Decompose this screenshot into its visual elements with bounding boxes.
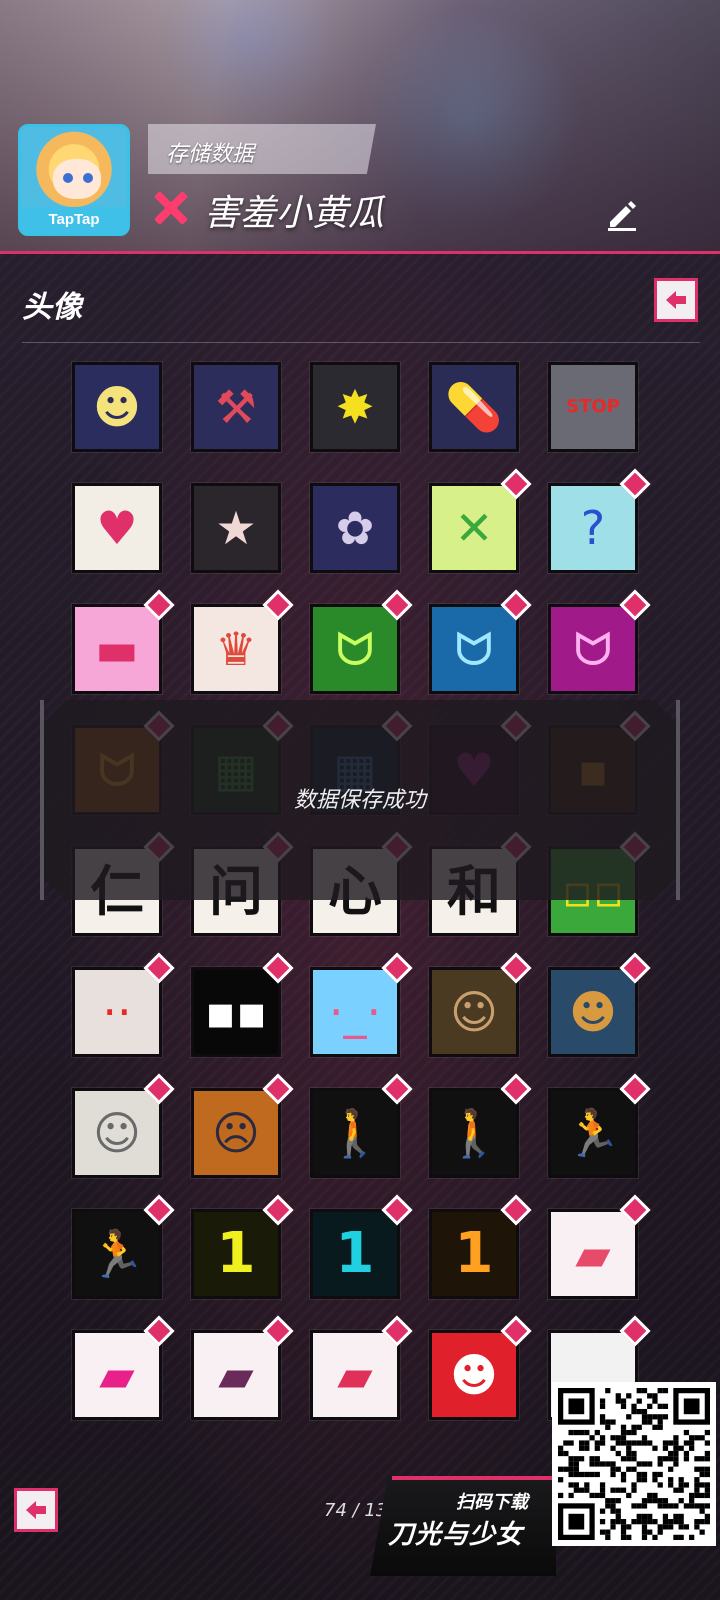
avatar-option[interactable]: ··: [72, 967, 162, 1057]
avatar-option[interactable]: ▬: [72, 604, 162, 694]
avatar-option[interactable]: 1: [191, 1209, 281, 1299]
cat-pink-icon: ▬: [95, 622, 139, 676]
avatar-option[interactable]: ♥: [72, 483, 162, 573]
qr-code-icon: [558, 1388, 710, 1540]
hammer-icon: ⚒: [215, 380, 257, 434]
star-icon: ★: [215, 501, 257, 555]
promo-accent-line: [392, 1476, 552, 1480]
toast-message: 数据保存成功: [293, 788, 426, 813]
avatar-option[interactable]: ▰: [191, 1330, 281, 1420]
grin-green-icon: ᗢ: [335, 622, 375, 676]
avatar-option[interactable]: 🏃: [72, 1209, 162, 1299]
the-scream-icon: ☹: [212, 1106, 260, 1160]
lipstick-pink-icon: ▰: [99, 1348, 135, 1402]
avatar-option[interactable]: ☺: [429, 967, 519, 1057]
number-one-cyan-icon: 1: [335, 1221, 375, 1286]
avatar-option[interactable]: ?: [548, 483, 638, 573]
lipstick-plum-icon: ▰: [218, 1348, 254, 1402]
avatar-option[interactable]: ★: [191, 483, 281, 573]
number-one-yellow-icon: 1: [216, 1221, 256, 1286]
cat-white-icon: ♛: [215, 622, 257, 676]
beige-block-face-icon: ··: [102, 985, 132, 1039]
taptap-badge: TapTap: [21, 207, 127, 233]
avatar-option[interactable]: ▪▪: [191, 967, 281, 1057]
flower-crest-icon: ✿: [335, 501, 375, 555]
run-signal-blue-icon: 🏃: [88, 1227, 146, 1281]
black-block-face-icon: ▪▪: [204, 985, 268, 1039]
walk-signal-green-icon: 🚶: [326, 1106, 384, 1160]
avatar-option[interactable]: ▰: [548, 1209, 638, 1299]
avatar-option[interactable]: ✿: [310, 483, 400, 573]
avatar-option[interactable]: ✕: [429, 483, 519, 573]
edit-pencil-icon[interactable]: [604, 196, 640, 232]
sync-failed-x-icon: [152, 190, 188, 226]
avatar-option[interactable]: ·_·: [310, 967, 400, 1057]
avatar-eye-right: [83, 173, 93, 183]
avatar-option[interactable]: 1: [429, 1209, 519, 1299]
van-gogh-icon: ☻: [569, 985, 617, 1039]
page-indicator: 74 / 13: [324, 1500, 388, 1521]
avatar-option[interactable]: 1: [310, 1209, 400, 1299]
walk-signal-red-icon: 🚶: [445, 1106, 503, 1160]
visor-face-icon: ☻: [93, 380, 141, 434]
promo-game-title: 刀光与少女: [388, 1520, 524, 1550]
avatar-option[interactable]: STOP: [548, 362, 638, 452]
save-data-tag: 存储数据: [148, 124, 376, 174]
cat-yellow-icon: ✕: [454, 501, 494, 555]
avatar-option[interactable]: 🏃: [548, 1088, 638, 1178]
avatar-option[interactable]: ᗢ: [310, 604, 400, 694]
explosion-icon: ✸: [335, 380, 375, 434]
stop-sign-icon: STOP: [566, 396, 620, 417]
mona-lisa-icon: ☺: [450, 985, 498, 1039]
avatar-option[interactable]: ☻: [72, 362, 162, 452]
save-data-label: 存储数据: [166, 142, 255, 167]
back-button-bottom[interactable]: [14, 1488, 58, 1532]
avatar-option[interactable]: ☹: [191, 1088, 281, 1178]
avatar-option[interactable]: 💊: [429, 362, 519, 452]
avatar-option[interactable]: ☻: [548, 967, 638, 1057]
blue-block-face-icon: ·_·: [328, 985, 382, 1039]
broken-heart-icon: ♥: [96, 501, 138, 555]
avatar-option[interactable]: ✸: [310, 362, 400, 452]
avatar-option[interactable]: ▰: [310, 1330, 400, 1420]
username: 害羞小黄瓜: [204, 193, 385, 234]
avatar-option[interactable]: ⚒: [191, 362, 281, 452]
avatar-option[interactable]: 🚶: [310, 1088, 400, 1178]
lipstick-red-icon: ▰: [337, 1348, 373, 1402]
cat-cyan-icon: ?: [580, 501, 606, 555]
avatar-option[interactable]: ♛: [191, 604, 281, 694]
grin-magenta-icon: ᗢ: [573, 622, 613, 676]
avatar-face: [53, 159, 101, 199]
avatar-option[interactable]: ▰: [72, 1330, 162, 1420]
david-statue-icon: ☺: [93, 1106, 141, 1160]
capsule-icon: 💊: [445, 380, 503, 434]
avatar-option[interactable]: 🚶: [429, 1088, 519, 1178]
qr-code[interactable]: [552, 1382, 716, 1546]
run-signal-yellow-icon: 🏃: [564, 1106, 622, 1160]
avatar-option[interactable]: ☺: [72, 1088, 162, 1178]
avatar-option[interactable]: ☻: [429, 1330, 519, 1420]
lipstick-coral-icon: ▰: [575, 1227, 611, 1281]
grin-blue-icon: ᗢ: [454, 622, 494, 676]
user-avatar[interactable]: TapTap: [18, 124, 130, 236]
number-one-orange-icon: 1: [454, 1221, 494, 1286]
avatar-option[interactable]: ᗢ: [429, 604, 519, 694]
arrow-left-icon: [26, 1501, 46, 1519]
clown-face-icon: ☻: [450, 1348, 498, 1402]
avatar-option[interactable]: ᗢ: [548, 604, 638, 694]
promo-scan-text: 扫码下载: [456, 1492, 528, 1513]
avatar-eye-left: [63, 173, 73, 183]
